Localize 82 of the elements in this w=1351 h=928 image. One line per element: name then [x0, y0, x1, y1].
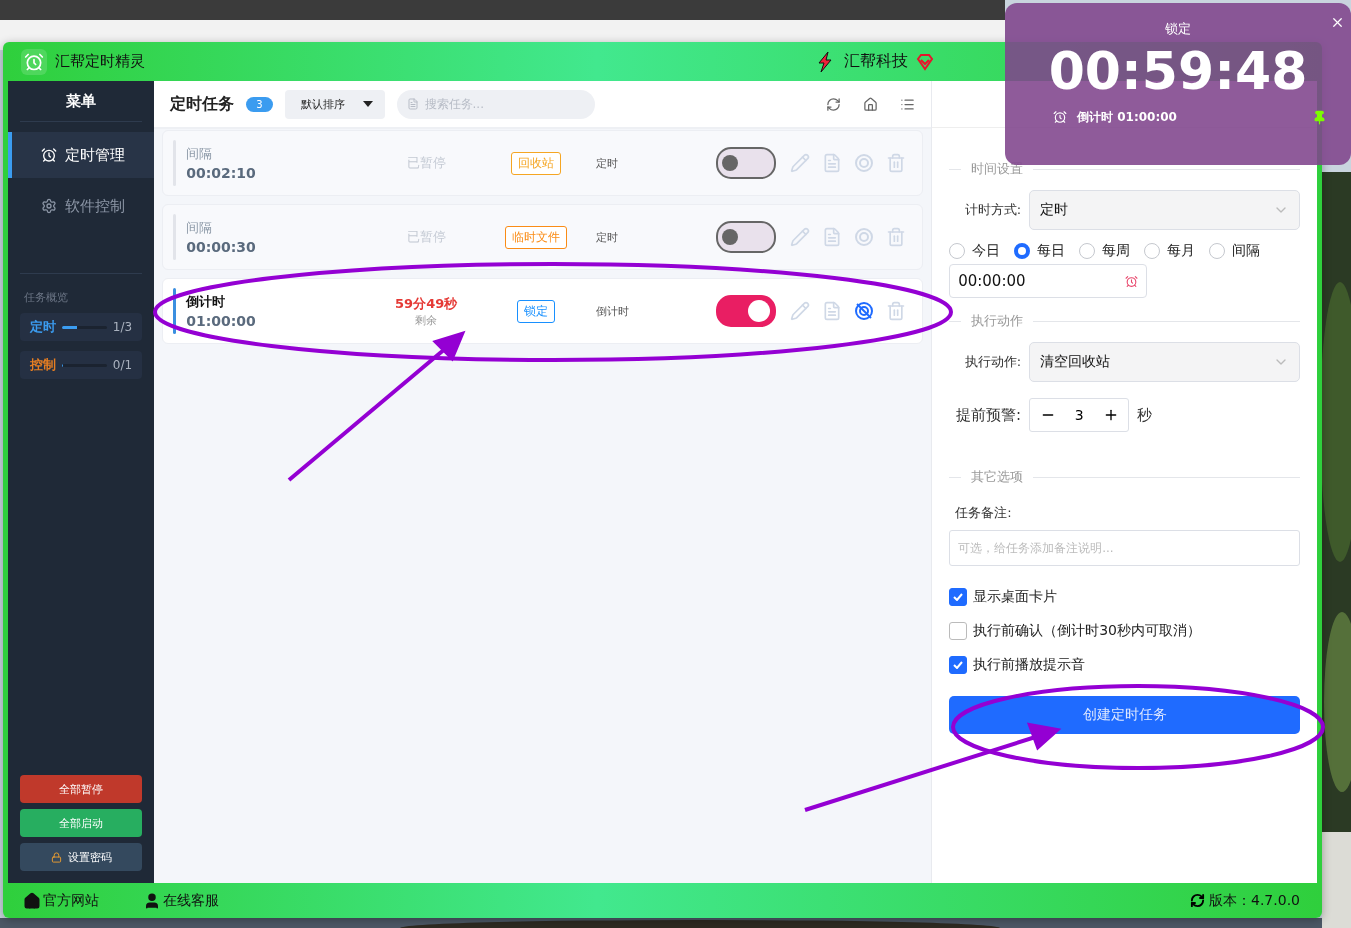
checkbox-option[interactable]: 显示桌面卡片 — [949, 588, 1300, 606]
task-type: 间隔 — [186, 219, 214, 237]
field-label: 任务备注: — [955, 504, 1013, 522]
stepper-value: 3 — [1074, 407, 1084, 423]
check-icon — [953, 661, 964, 669]
window-title: 汇帮定时精灵 — [55, 52, 146, 71]
pin-icon[interactable] — [1312, 109, 1327, 125]
task-tag: 锁定 — [517, 299, 556, 323]
task-mode: 倒计时 — [596, 303, 631, 319]
countdown-subtitle: 倒计时 01:00:00 — [1077, 108, 1178, 126]
sidebar-button[interactable]: 全部暂停 — [20, 775, 143, 803]
task-mode: 定时 — [596, 229, 620, 245]
radio-option[interactable]: 每月 — [1144, 242, 1196, 260]
section-title: 其它选项 — [971, 468, 1024, 486]
sidebar-title: 菜单 — [20, 81, 143, 122]
alarm-clock-icon — [1125, 274, 1139, 288]
alarm-clock-icon — [41, 147, 58, 163]
note-field[interactable]: 可选，给任务添加备注说明... — [949, 530, 1300, 566]
overview-title: 任务概览 — [24, 290, 69, 305]
count-badge: 3 — [246, 96, 273, 112]
radio-option[interactable]: 每日 — [1014, 242, 1066, 260]
task-tag: 回收站 — [511, 151, 562, 175]
version-label: 版本：4.7.0.0 — [1209, 891, 1300, 910]
lock-icon — [50, 851, 62, 863]
overview-label: 定时 — [30, 318, 56, 336]
gear-icon — [41, 198, 58, 214]
radio-option[interactable]: 今日 — [949, 242, 1001, 260]
field-label: 执行动作: — [963, 353, 1022, 371]
nav-item[interactable]: 定时管理 — [8, 132, 155, 178]
footer-link[interactable]: 官方网站 — [23, 891, 99, 910]
radio-option[interactable]: 间隔 — [1209, 242, 1261, 260]
list-icon[interactable] — [900, 96, 916, 112]
toggle-switch[interactable] — [716, 147, 777, 179]
target-slash-icon[interactable] — [854, 301, 875, 321]
task-status: 59分49秒 — [395, 294, 458, 313]
time-field[interactable]: 00:00:00 — [949, 264, 1148, 298]
accent-bar — [173, 288, 177, 334]
overview-label: 控制 — [30, 356, 56, 374]
person-icon — [143, 891, 161, 910]
toggle-switch[interactable] — [716, 221, 777, 253]
field-label: 提前预警: — [955, 405, 1022, 425]
section-title: 执行动作 — [971, 312, 1024, 330]
checkbox-option[interactable]: 执行前确认（倒计时30秒内可取消） — [949, 622, 1300, 640]
check-icon — [953, 593, 964, 601]
home-icon[interactable] — [863, 96, 879, 112]
sort-dropdown[interactable]: 默认排序 — [284, 89, 385, 119]
task-time: 00:00:30 — [186, 239, 257, 255]
action-select[interactable]: 清空回收站 — [1029, 342, 1300, 382]
status-note: 剩余 — [415, 312, 438, 328]
sidebar-button[interactable]: 设置密码 — [20, 843, 143, 871]
refresh-icon[interactable] — [1190, 893, 1205, 908]
card-title: 锁定 — [1165, 20, 1191, 38]
alarm-clock-icon — [21, 48, 47, 75]
countdown-time: 00:59:48 — [1048, 44, 1308, 99]
overview-count: 1/3 — [112, 320, 133, 334]
nav-item[interactable]: 软件控制 — [8, 183, 155, 229]
refresh-icon[interactable] — [826, 96, 842, 112]
footer-link[interactable]: 在线客服 — [143, 891, 219, 910]
task-type: 间隔 — [186, 145, 214, 163]
task-time: 01:00:00 — [186, 313, 257, 329]
radio-option[interactable]: 每周 — [1079, 242, 1131, 260]
caret-icon — [362, 101, 373, 107]
task-tag: 临时文件 — [505, 225, 568, 249]
task-type: 倒计时 — [186, 293, 227, 311]
task-mode: 定时 — [596, 155, 620, 171]
list-title: 定时任务 — [170, 93, 235, 115]
create-task-button[interactable]: 创建定时任务 — [949, 696, 1300, 734]
number-stepper[interactable]: 3 — [1029, 398, 1130, 432]
brand-name: 汇帮科技 — [844, 51, 908, 72]
home-icon — [23, 891, 41, 910]
diamond-heart-icon — [916, 52, 934, 71]
section-title: 时间设置 — [971, 160, 1024, 178]
overview-count: 0/1 — [112, 358, 133, 372]
task-card[interactable]: 倒计时 01:00:00 59分49秒 剩余 锁定 倒计时 — [162, 278, 924, 344]
document-icon — [406, 98, 419, 110]
task-time: 00:02:10 — [186, 165, 257, 181]
checkbox-option[interactable]: 执行前播放提示音 — [949, 656, 1300, 674]
toggle-switch[interactable] — [716, 295, 777, 327]
unit-label: 秒 — [1137, 405, 1153, 425]
timing-select[interactable]: 定时 — [1029, 190, 1300, 230]
field-label: 计时方式: — [963, 201, 1022, 219]
alarm-clock-icon — [1053, 110, 1067, 125]
